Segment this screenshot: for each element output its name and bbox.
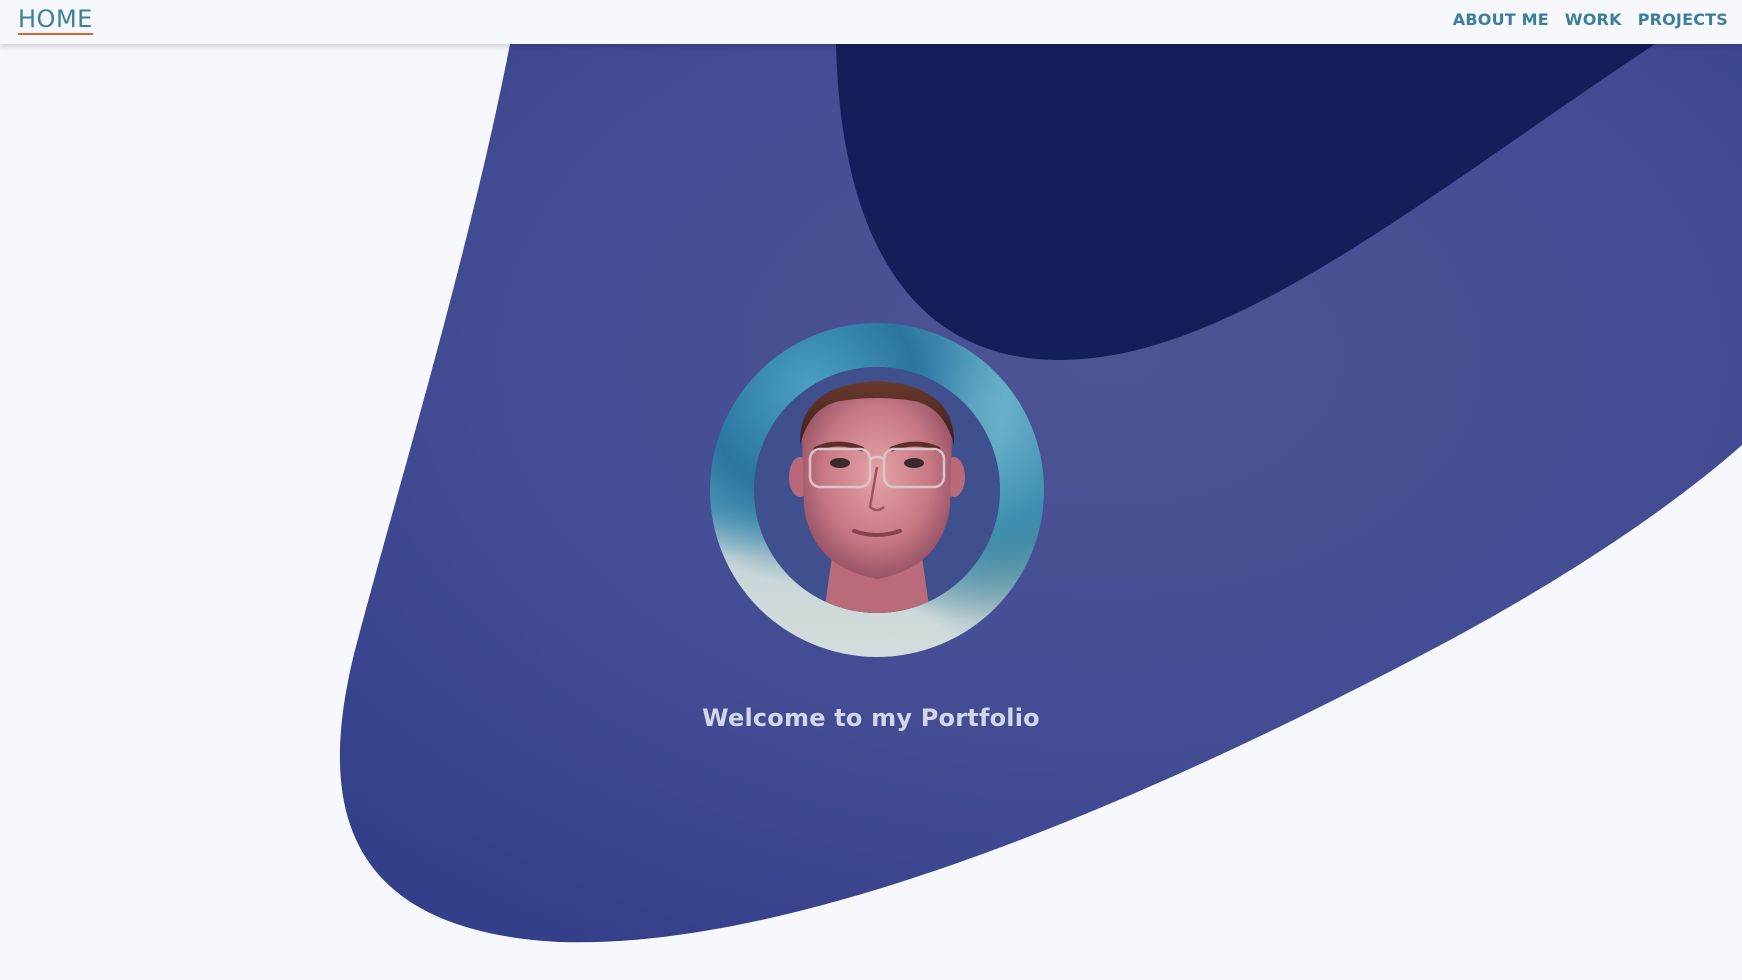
nav-item-work[interactable]: WORK xyxy=(1565,10,1622,29)
portrait-illustration xyxy=(754,367,1000,613)
nav-item-about-me[interactable]: ABOUT ME xyxy=(1453,10,1549,29)
welcome-heading: Welcome to my Portfolio xyxy=(702,704,1040,732)
home-link[interactable]: HOME xyxy=(18,6,93,35)
avatar-frame xyxy=(710,323,1044,657)
avatar xyxy=(754,367,1000,613)
nav-menu: ABOUT ME WORK PROJECTS xyxy=(1453,10,1728,29)
portfolio-page: HOME ABOUT ME WORK PROJECTS Welcome to m… xyxy=(0,0,1742,980)
top-navigation-bar: HOME ABOUT ME WORK PROJECTS xyxy=(0,0,1742,44)
nav-item-projects[interactable]: PROJECTS xyxy=(1638,10,1728,29)
